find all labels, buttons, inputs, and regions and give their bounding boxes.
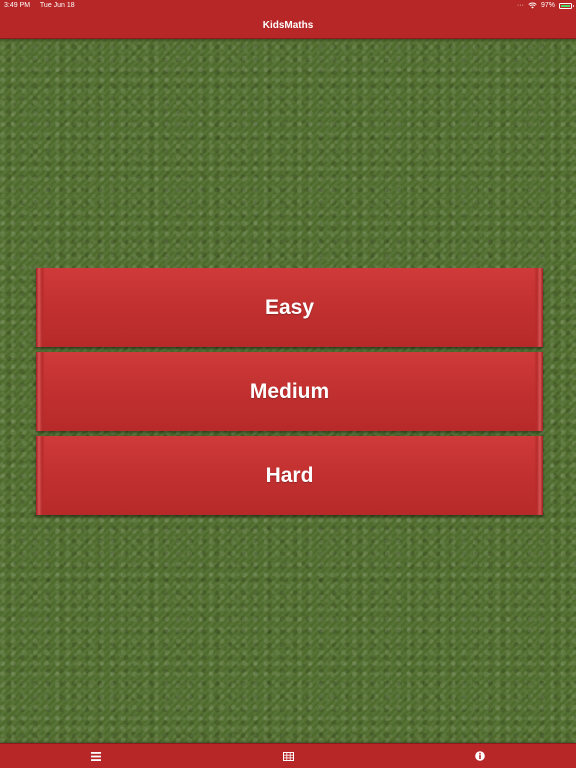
level-list: Easy Medium Hard: [36, 268, 543, 520]
wifi-icon: [528, 2, 537, 9]
tab-bar: [0, 743, 576, 768]
battery-icon: [559, 2, 574, 9]
signal-dots-icon: ···: [516, 2, 524, 9]
battery-percent: 97%: [540, 2, 555, 9]
menu-icon: [91, 751, 101, 761]
tab-info[interactable]: [384, 744, 576, 768]
easy-button[interactable]: Easy: [36, 268, 543, 347]
status-bar-right: ··· 97%: [516, 1, 574, 10]
tab-menu[interactable]: [0, 744, 192, 768]
info-icon: [475, 751, 485, 761]
status-bar-left: 3:49 PM Tue Jun 18: [4, 1, 83, 10]
page-title: KidsMaths: [262, 20, 314, 31]
tab-table[interactable]: [192, 744, 384, 768]
battery-fill: [561, 4, 570, 7]
medium-button[interactable]: Medium: [36, 352, 543, 431]
hard-button[interactable]: Hard: [36, 436, 543, 515]
table-icon: [282, 751, 294, 761]
status-date: Tue Jun 18: [39, 2, 75, 9]
top-bar: 3:49 PM Tue Jun 18 ··· 97% KidsMaths: [0, 0, 576, 39]
status-time: 3:49 PM: [4, 2, 31, 9]
